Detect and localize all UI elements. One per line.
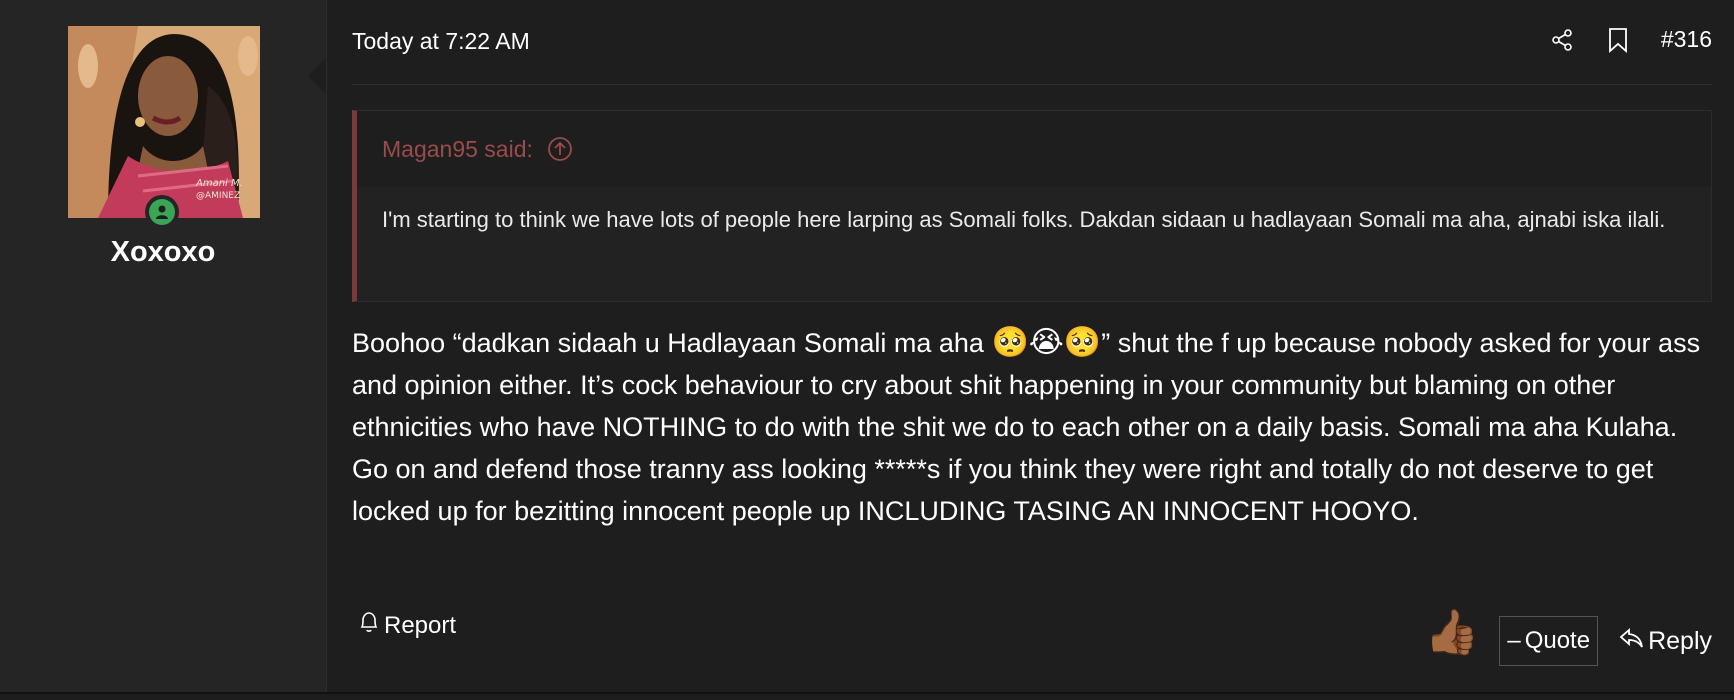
reply-label: Reply	[1648, 626, 1712, 655]
post-number[interactable]: #316	[1661, 26, 1712, 53]
report-button[interactable]: Report	[358, 610, 456, 641]
user-sidebar: Amani M. @AMINEZ Xoxoxo	[0, 0, 327, 692]
quote-header[interactable]: Magan95 said:	[357, 111, 1711, 187]
arrow-up-circle-icon[interactable]	[547, 136, 573, 162]
svg-text:Amani M.: Amani M.	[195, 178, 243, 189]
share-icon[interactable]	[1549, 27, 1575, 53]
post-footer-actions: 👍🏾 – Quote Reply	[1425, 598, 1712, 666]
report-label: Report	[384, 611, 457, 639]
avatar[interactable]: Amani M. @AMINEZ	[68, 26, 260, 218]
post-timestamp[interactable]: Today at 7:22 AM	[352, 28, 530, 55]
online-status-icon	[145, 195, 179, 229]
quote-button[interactable]: – Quote	[1499, 616, 1599, 666]
quote-block: Magan95 said: I'm starting to think we h…	[352, 110, 1712, 302]
reply-button[interactable]: Reply	[1618, 627, 1712, 656]
bell-icon	[358, 610, 380, 641]
quote-author[interactable]: Magan95 said:	[382, 136, 533, 163]
post-footer: Report 👍🏾 – Quote Reply	[352, 598, 1712, 668]
reply-arrow-icon	[1618, 627, 1644, 656]
username[interactable]: Xoxoxo	[0, 236, 326, 269]
bookmark-icon[interactable]	[1605, 27, 1631, 53]
post-header: Today at 7:22 AM #316	[352, 0, 1712, 85]
post-arrow	[308, 58, 326, 94]
svg-text:@AMINEZ: @AMINEZ	[196, 191, 240, 201]
post-header-actions: #316	[1549, 26, 1712, 53]
message-body: Boohoo “dadkan sidaah u Hadlayaan Somali…	[352, 322, 1712, 532]
pleading-crying-emoji-icon: 🥺😭🥺	[991, 326, 1102, 359]
forum-post: Amani M. @AMINEZ Xoxoxo Today at 7:22 AM	[0, 0, 1734, 694]
minus-icon: –	[1507, 627, 1521, 654]
message-text-part1: Boohoo “dadkan sidaah u Hadlayaan Somali…	[352, 328, 992, 358]
thumbs-up-reaction-icon[interactable]: 👍🏾	[1425, 606, 1480, 658]
quote-label: Quote	[1524, 627, 1591, 654]
quote-text: I'm starting to think we have lots of pe…	[382, 207, 1666, 232]
